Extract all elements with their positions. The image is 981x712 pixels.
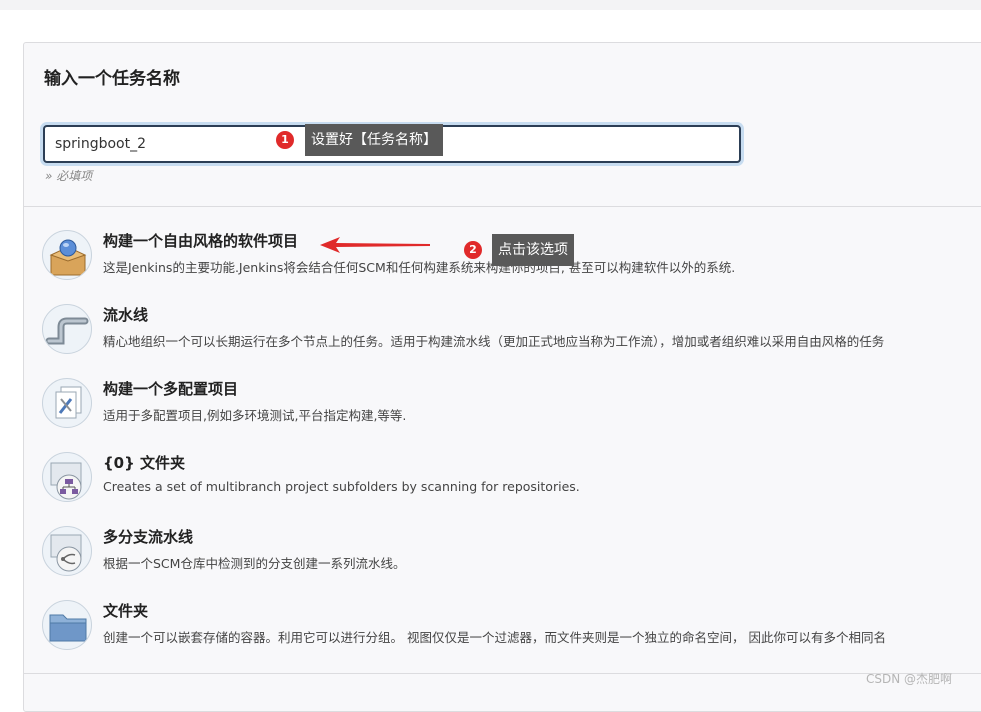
org-folder-icon — [42, 452, 92, 502]
item-description: 创建一个可以嵌套存储的容器。利用它可以进行分组。 视图仅仅是一个过滤器，而文件夹… — [103, 630, 886, 645]
folder-icon — [42, 600, 92, 650]
freestyle-box-icon — [42, 230, 92, 280]
item-description: Creates a set of multibranch project sub… — [103, 479, 580, 494]
annotation-tooltip-2: 点击该选项 — [492, 234, 574, 266]
item-folder[interactable]: 文件夹 创建一个可以嵌套存储的容器。利用它可以进行分组。 视图仅仅是一个过滤器，… — [42, 600, 981, 660]
item-title: 多分支流水线 — [103, 528, 194, 546]
section-divider — [24, 206, 981, 207]
item-description: 根据一个SCM仓库中检测到的分支创建一系列流水线。 — [103, 556, 406, 571]
multi-config-icon — [42, 378, 92, 428]
item-pipeline[interactable]: 流水线 精心地组织一个可以长期运行在多个节点上的任务。适用于构建流水线（更加正式… — [42, 304, 981, 364]
annotation-tooltip-1: 设置好【任务名称】 — [305, 124, 443, 156]
item-title: 文件夹 — [103, 602, 149, 620]
multibranch-icon — [42, 526, 92, 576]
annotation-badge-2: 2 — [464, 241, 482, 259]
item-description: 适用于多配置项目,例如多环境测试,平台指定构建,等等. — [103, 408, 407, 423]
pipeline-icon — [42, 304, 92, 354]
item-description: 精心地组织一个可以长期运行在多个节点上的任务。适用于构建流水线（更加正式地应当称… — [103, 334, 885, 349]
bottom-divider — [24, 673, 981, 674]
annotation-arrow-icon — [320, 237, 430, 253]
item-description: 这是Jenkins的主要功能.Jenkins将会结合任何SCM和任何构建系统来构… — [103, 260, 736, 275]
item-title: 流水线 — [103, 306, 149, 324]
item-multibranch-pipeline[interactable]: 多分支流水线 根据一个SCM仓库中检测到的分支创建一系列流水线。 — [42, 526, 981, 586]
item-organization-folder[interactable]: {0} 文件夹 Creates a set of multibranch pro… — [42, 452, 981, 512]
item-multi-config-project[interactable]: 构建一个多配置项目 适用于多配置项目,例如多环境测试,平台指定构建,等等. — [42, 378, 981, 438]
top-strip — [0, 0, 981, 10]
page-title: 输入一个任务名称 — [44, 69, 180, 89]
item-title: {0} 文件夹 — [103, 454, 186, 472]
item-title: 构建一个自由风格的软件项目 — [103, 232, 299, 250]
watermark: CSDN @杰肥啊 — [866, 672, 953, 686]
annotation-badge-1: 1 — [276, 131, 294, 149]
item-title: 构建一个多配置项目 — [103, 380, 239, 398]
required-note: » 必填项 — [45, 169, 93, 183]
